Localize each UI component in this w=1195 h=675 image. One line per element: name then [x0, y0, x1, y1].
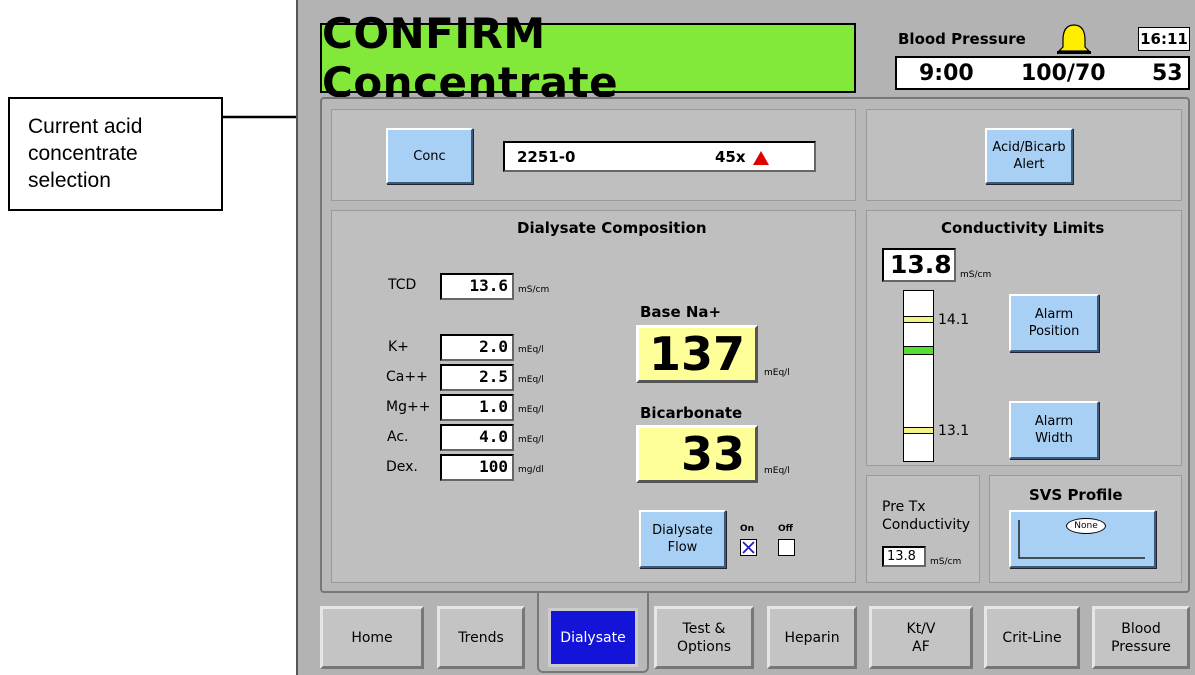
tab-test-options[interactable]: Test & Options [654, 606, 754, 669]
tab-test-options-line1: Test & [682, 620, 726, 637]
bp-pulse: 53 [1152, 61, 1183, 86]
tab-ktv-af[interactable]: Kt/V AF [869, 606, 973, 669]
acid-bicarb-alert-line1: Acid/Bicarb [992, 140, 1066, 155]
k-label: K+ [388, 339, 409, 355]
conductivity-value: 13.8 [882, 248, 956, 282]
ac-label: Ac. [387, 429, 409, 445]
blood-pressure-readout[interactable]: 9:00 100/70 53 [895, 56, 1190, 90]
tcd-value[interactable]: 13.6 [440, 273, 514, 300]
mg-unit: mEq/l [518, 405, 544, 415]
tab-dialysate[interactable]: Dialysate [548, 608, 638, 667]
ac-unit: mEq/l [518, 435, 544, 445]
tcd-label: TCD [388, 277, 417, 293]
tab-heparin[interactable]: Heparin [767, 606, 857, 669]
dialysate-flow-line2: Flow [667, 540, 698, 555]
pretx-unit: mS/cm [930, 557, 962, 567]
alarm-position-line1: Alarm [1034, 307, 1074, 322]
bicarbonate-value[interactable]: 33 [636, 425, 758, 483]
alarm-position-line2: Position [1028, 324, 1080, 339]
dex-value[interactable]: 100 [440, 454, 514, 481]
checked-x-icon [742, 541, 755, 554]
tab-crit-line-label: Crit-Line [1002, 629, 1062, 646]
flow-on-checkbox[interactable] [740, 539, 757, 556]
svs-none-badge: None [1066, 518, 1106, 534]
lower-limit-label: 13.1 [938, 423, 970, 439]
concentrate-code: 2251-0 [517, 148, 576, 166]
pretx-value: 13.8 [882, 546, 926, 567]
svs-heading: SVS Profile [1029, 486, 1123, 504]
flow-off-label: Off [778, 524, 793, 534]
tab-blood-pressure-line1: Blood [1121, 620, 1161, 637]
lower-limit-marker [904, 427, 933, 434]
alert-triangle-icon [753, 151, 769, 165]
base-na-label: Base Na+ [640, 303, 722, 321]
tab-blood-pressure-line2: Pressure [1111, 638, 1171, 655]
acid-bicarb-alert-button[interactable]: Acid/Bicarb Alert [985, 128, 1073, 184]
conc-button[interactable]: Conc [386, 128, 473, 184]
alarm-width-line2: Width [1035, 431, 1073, 446]
alarm-bell-icon[interactable] [1054, 22, 1094, 58]
tab-test-options-line2: Options [676, 638, 732, 655]
tab-home-label: Home [351, 629, 393, 646]
tab-home[interactable]: Home [320, 606, 424, 669]
conductivity-unit: mS/cm [960, 270, 992, 280]
blood-pressure-label: Blood Pressure [898, 30, 1026, 48]
alarm-width-button[interactable]: Alarm Width [1009, 401, 1099, 459]
tab-heparin-label: Heparin [784, 629, 840, 646]
tab-crit-line[interactable]: Crit-Line [984, 606, 1080, 669]
tab-dialysate-label: Dialysate [560, 629, 626, 646]
dialysate-flow-line1: Dialysate [652, 523, 713, 538]
composition-heading: Dialysate Composition [517, 219, 707, 237]
pretx-line2: Conductivity [882, 517, 970, 533]
bp-value: 100/70 [1021, 61, 1106, 86]
svs-profile-button[interactable]: None [1009, 510, 1156, 568]
ca-label: Ca++ [386, 369, 428, 385]
clock: 16:11 [1138, 27, 1190, 51]
k-unit: mEq/l [518, 345, 544, 355]
base-na-unit: mEq/l [764, 368, 790, 378]
tab-ktv-line1: Kt/V [906, 620, 936, 637]
ac-value[interactable]: 4.0 [440, 424, 514, 451]
flow-on-label: On [740, 524, 755, 534]
ca-unit: mEq/l [518, 375, 544, 385]
upper-limit-marker [904, 316, 933, 323]
page-title: CONFIRM Concentrate [320, 9, 856, 107]
mg-value[interactable]: 1.0 [440, 394, 514, 421]
bp-time: 9:00 [919, 61, 974, 86]
conductivity-scale [903, 290, 934, 462]
dialysate-flow-button[interactable]: Dialysate Flow [639, 510, 726, 568]
tab-ktv-line2: AF [912, 638, 930, 655]
alarm-width-line1: Alarm [1034, 414, 1074, 429]
dex-label: Dex. [386, 459, 418, 475]
k-value[interactable]: 2.0 [440, 334, 514, 361]
dex-unit: mg/dl [518, 465, 544, 475]
pretx-line1: Pre Tx [882, 499, 926, 515]
tcd-unit: mS/cm [518, 285, 550, 295]
ca-value[interactable]: 2.5 [440, 364, 514, 391]
tab-trends[interactable]: Trends [437, 606, 525, 669]
upper-limit-label: 14.1 [938, 312, 970, 328]
bicarbonate-label: Bicarbonate [640, 404, 743, 422]
acid-bicarb-alert-line2: Alert [1013, 157, 1045, 172]
flow-off-checkbox[interactable] [778, 539, 795, 556]
concentrate-selection-field[interactable]: 2251-0 45x [503, 141, 816, 172]
tab-blood-pressure[interactable]: Blood Pressure [1092, 606, 1190, 669]
mg-label: Mg++ [386, 399, 431, 415]
current-conductivity-marker [904, 346, 933, 355]
conductivity-heading: Conductivity Limits [941, 219, 1105, 237]
base-na-value[interactable]: 137 [636, 325, 758, 383]
concentrate-factor: 45x [715, 148, 746, 166]
tab-trends-label: Trends [458, 629, 504, 646]
bicarbonate-unit: mEq/l [764, 466, 790, 476]
alarm-position-button[interactable]: Alarm Position [1009, 294, 1099, 352]
